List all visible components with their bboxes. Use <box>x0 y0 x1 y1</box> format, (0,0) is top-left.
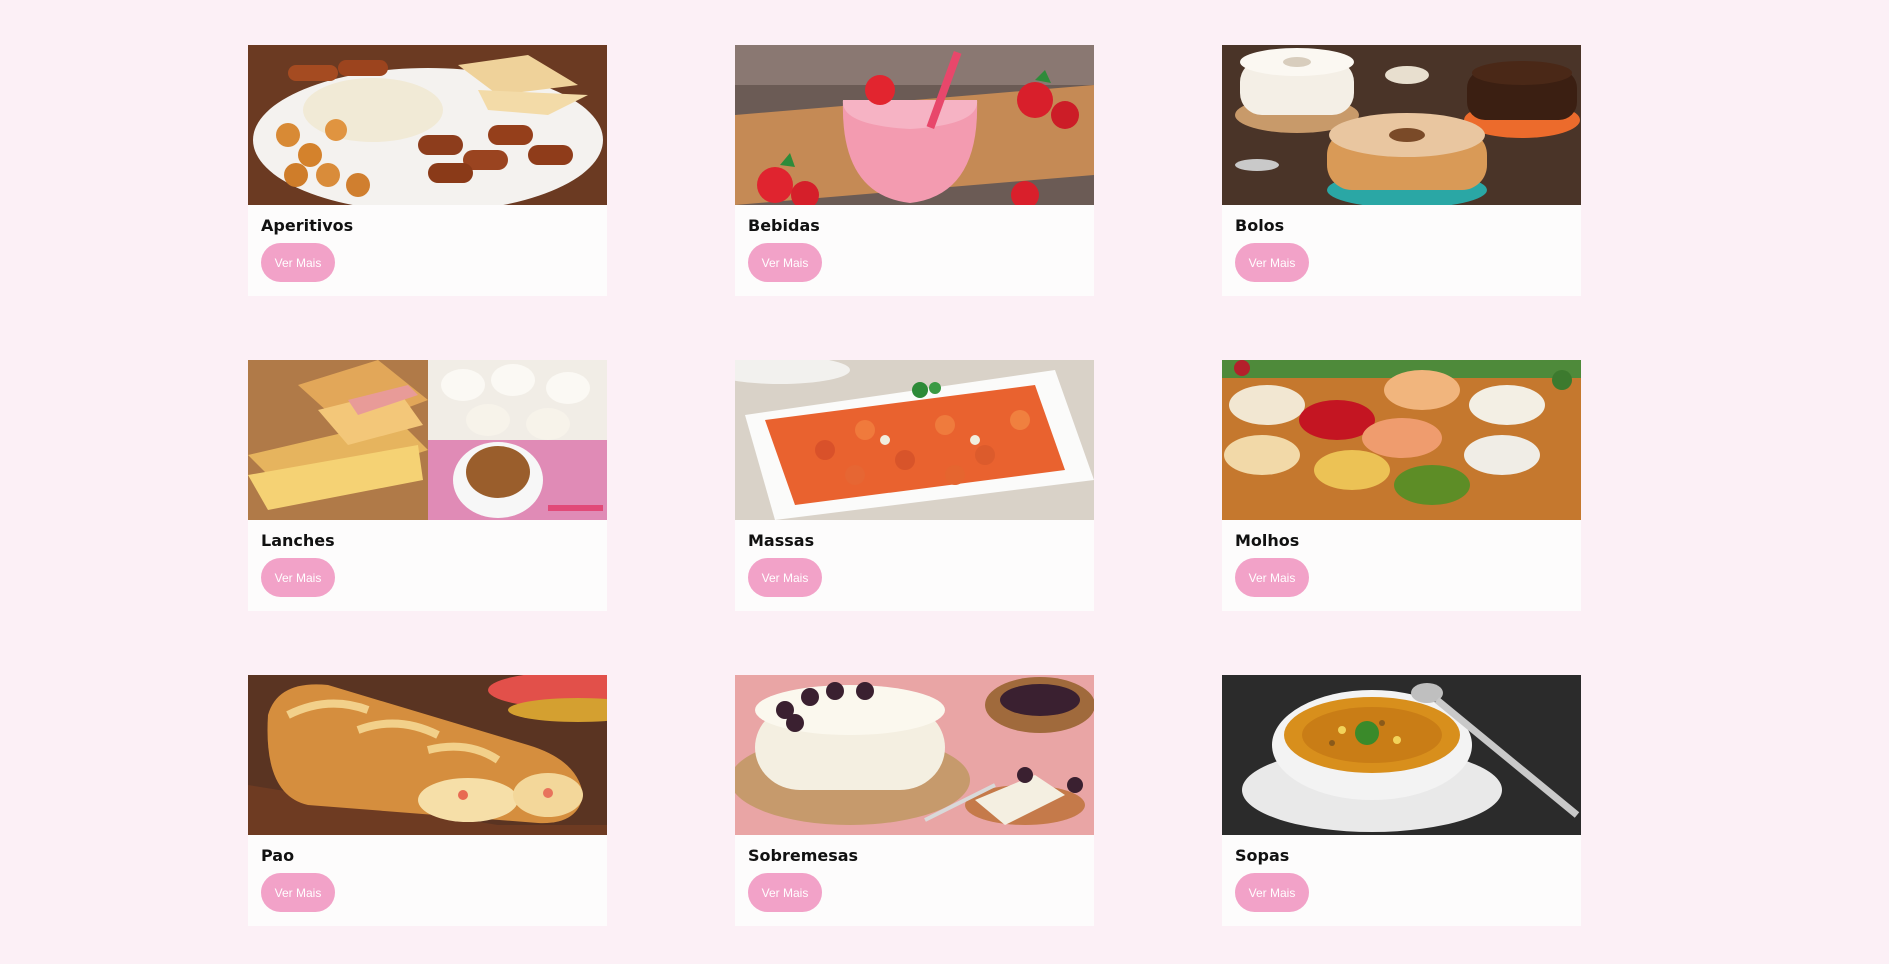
category-card: Sobremesas Ver Mais <box>735 675 1094 926</box>
category-card: Molhos Ver Mais <box>1222 360 1581 611</box>
ver-mais-button[interactable]: Ver Mais <box>748 243 822 282</box>
category-grid: Aperitivos Ver Mais Bebidas Ver Mais Bol… <box>248 45 1581 926</box>
category-title: Aperitivos <box>261 216 354 235</box>
ver-mais-button[interactable]: Ver Mais <box>1235 243 1309 282</box>
ver-mais-button[interactable]: Ver Mais <box>1235 558 1309 597</box>
category-image-sopas[interactable] <box>1222 675 1581 835</box>
category-title: Bolos <box>1235 216 1285 235</box>
category-title: Bebidas <box>748 216 820 235</box>
category-card: Bebidas Ver Mais <box>735 45 1094 296</box>
category-image-massas[interactable] <box>735 360 1094 520</box>
category-title: Massas <box>748 531 815 550</box>
category-title: Pao <box>261 846 295 865</box>
category-image-sobremesas[interactable] <box>735 675 1094 835</box>
category-image-molhos[interactable] <box>1222 360 1581 520</box>
ver-mais-button[interactable]: Ver Mais <box>748 558 822 597</box>
category-card: Sopas Ver Mais <box>1222 675 1581 926</box>
category-title: Sopas <box>1235 846 1290 865</box>
category-image-bolos[interactable] <box>1222 45 1581 205</box>
category-title: Sobremesas <box>748 846 859 865</box>
category-card: Bolos Ver Mais <box>1222 45 1581 296</box>
ver-mais-button[interactable]: Ver Mais <box>1235 873 1309 912</box>
category-title: Molhos <box>1235 531 1300 550</box>
category-card: Massas Ver Mais <box>735 360 1094 611</box>
category-image-lanches[interactable] <box>248 360 607 520</box>
category-image-aperitivos[interactable] <box>248 45 607 205</box>
ver-mais-button[interactable]: Ver Mais <box>261 243 335 282</box>
ver-mais-button[interactable]: Ver Mais <box>261 873 335 912</box>
category-card: Lanches Ver Mais <box>248 360 607 611</box>
category-card: Pao Ver Mais <box>248 675 607 926</box>
category-title: Lanches <box>261 531 335 550</box>
ver-mais-button[interactable]: Ver Mais <box>748 873 822 912</box>
category-image-pao[interactable] <box>248 675 607 835</box>
category-card: Aperitivos Ver Mais <box>248 45 607 296</box>
category-image-bebidas[interactable] <box>735 45 1094 205</box>
ver-mais-button[interactable]: Ver Mais <box>261 558 335 597</box>
